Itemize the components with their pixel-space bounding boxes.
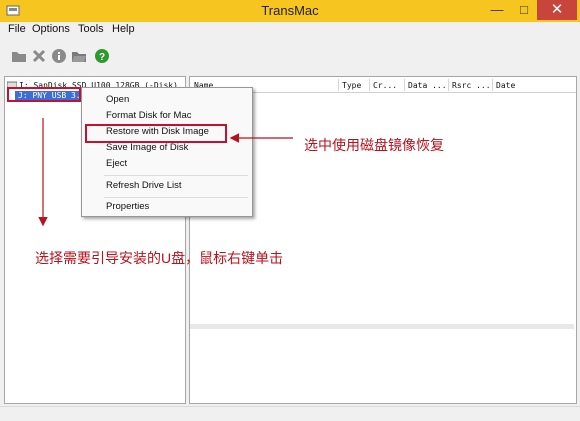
column-data[interactable]: Data ... xyxy=(408,81,447,90)
column-separator xyxy=(448,79,449,91)
menu-save-image[interactable]: Save Image of Disk xyxy=(106,142,188,153)
delete-x-icon[interactable] xyxy=(31,48,47,64)
toolbar: ? xyxy=(0,38,580,75)
menu-open[interactable]: Open xyxy=(106,94,129,105)
transmac-window: TransMac — □ ✕ File Options Tools Help ? xyxy=(0,0,580,421)
menu-refresh-drive-list[interactable]: Refresh Drive List xyxy=(106,180,182,191)
menu-format-disk[interactable]: Format Disk for Mac xyxy=(106,110,192,121)
menu-tools[interactable]: Tools xyxy=(78,23,104,35)
column-separator xyxy=(492,79,493,91)
column-separator xyxy=(369,79,370,91)
menu-file[interactable]: File xyxy=(8,23,26,35)
folder-open-icon[interactable] xyxy=(71,48,87,64)
column-rsrc[interactable]: Rsrc ... xyxy=(452,81,491,90)
help-icon[interactable]: ? xyxy=(94,48,110,64)
menu-separator xyxy=(104,197,248,198)
restore-highlight-box xyxy=(85,124,227,143)
maximize-button[interactable]: □ xyxy=(511,0,537,20)
menu-separator xyxy=(104,175,248,176)
menu-help[interactable]: Help xyxy=(112,23,135,35)
column-separator xyxy=(338,79,339,91)
svg-text:?: ? xyxy=(99,52,105,63)
column-creator[interactable]: Cr... xyxy=(373,81,397,90)
annotation-restore-note: 选中使用磁盘镜像恢复 xyxy=(304,137,444,153)
menu-bar: File Options Tools Help xyxy=(0,22,580,38)
column-separator xyxy=(404,79,405,91)
column-date[interactable]: Date xyxy=(496,81,515,90)
close-button[interactable]: ✕ xyxy=(537,0,577,20)
drive-highlight-box xyxy=(7,87,81,102)
menu-properties[interactable]: Properties xyxy=(106,201,149,212)
info-icon[interactable] xyxy=(51,48,67,64)
menu-eject[interactable]: Eject xyxy=(106,158,127,169)
menu-options[interactable]: Options xyxy=(32,23,70,35)
annotation-select-note: 选择需要引导安装的U盘，鼠标右键单击 xyxy=(35,250,284,266)
column-type[interactable]: Type xyxy=(342,81,361,90)
title-bar: TransMac — □ ✕ xyxy=(0,0,580,22)
horizontal-scrollbar[interactable] xyxy=(190,324,574,329)
minimize-button[interactable]: — xyxy=(484,0,510,20)
folder-icon[interactable] xyxy=(11,48,27,64)
status-bar xyxy=(0,406,580,421)
context-menu: Open Format Disk for Mac Restore with Di… xyxy=(81,87,253,217)
